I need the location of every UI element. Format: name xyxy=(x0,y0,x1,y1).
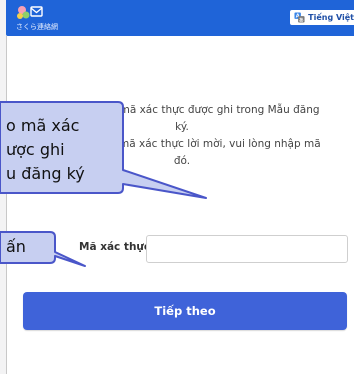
svg-text:あ: あ xyxy=(299,17,304,23)
language-label: Tiếng Việt xyxy=(308,13,354,22)
app-logo[interactable]: さくら連絡網 xyxy=(16,4,76,34)
verification-card: Vui lòng nhập mã xác thực được ghi trong… xyxy=(6,36,354,374)
callout-bottom-line-1: ấn xyxy=(6,237,26,256)
translate-icon: A あ xyxy=(294,12,305,23)
callout-top-line-1: o mã xác xyxy=(6,116,80,135)
sakura-logo-icon xyxy=(17,6,43,19)
callout-top-line-3: u đăng ký xyxy=(6,164,85,183)
app-header: さくら連絡網 A あ Tiếng Việt xyxy=(6,0,354,36)
next-button[interactable]: Tiếp theo xyxy=(23,292,347,330)
code-label: Mã xác thực xyxy=(79,241,151,253)
logo-text: さくら連絡網 xyxy=(16,23,58,31)
verification-code-input[interactable] xyxy=(146,235,348,263)
language-button[interactable]: A あ Tiếng Việt xyxy=(290,10,354,25)
callout-top-line-2: ược ghi xyxy=(6,140,65,159)
